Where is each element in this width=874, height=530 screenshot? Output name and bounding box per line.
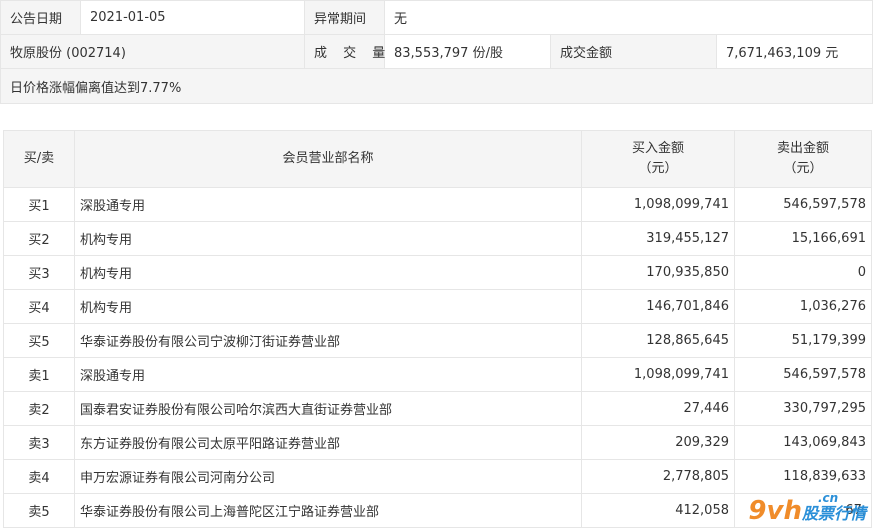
row-side: 买4 xyxy=(3,289,75,324)
row-buy-amount: 2,778,805 xyxy=(581,459,735,494)
info-row-trade: 牧原股份 (002714) 成 交 量 83,553,797 份/股 成交金额 … xyxy=(0,34,873,69)
row-side: 买2 xyxy=(3,221,75,256)
row-side: 卖4 xyxy=(3,459,75,494)
row-buy-amount: 1,098,099,741 xyxy=(581,187,735,222)
table-row: 卖3 东方证券股份有限公司太原平阳路证券营业部 209,329 143,069,… xyxy=(3,425,872,460)
row-sell-amount: 0 xyxy=(734,255,872,290)
row-buy-amount: 27,446 xyxy=(581,391,735,426)
row-branch-name: 申万宏源证券有限公司河南分公司 xyxy=(74,459,582,494)
row-branch-name: 深股通专用 xyxy=(74,187,582,222)
header-branch-name: 会员营业部名称 xyxy=(74,130,582,188)
row-buy-amount: 170,935,850 xyxy=(581,255,735,290)
volume-label: 成 交 量 xyxy=(304,34,385,69)
table-row: 买3 机构专用 170,935,850 0 xyxy=(3,255,872,290)
volume-value: 83,553,797 份/股 xyxy=(384,34,551,69)
header-sell-amount-label: 卖出金额 xyxy=(776,141,829,156)
amount-value: 7,671,463,109 元 xyxy=(716,34,873,69)
table-row: 买4 机构专用 146,701,846 1,036,276 xyxy=(3,289,872,324)
table-row: 卖2 国泰君安证券股份有限公司哈尔滨西大直街证券营业部 27,446 330,7… xyxy=(3,391,872,426)
announcement-info-table: 公告日期 2021-01-05 异常期间 无 牧原股份 (002714) 成 交… xyxy=(0,0,873,104)
row-buy-amount: 146,701,846 xyxy=(581,289,735,324)
table-row: 卖4 申万宏源证券有限公司河南分公司 2,778,805 118,839,633 xyxy=(3,459,872,494)
row-side: 买5 xyxy=(3,323,75,358)
row-sell-amount: 546,597,578 xyxy=(734,357,872,392)
row-buy-amount: 412,058 xyxy=(581,493,735,528)
row-sell-amount: 143,069,843 xyxy=(734,425,872,460)
row-side: 买3 xyxy=(3,255,75,290)
header-sell-amount: 卖出金额 （元） xyxy=(734,130,872,188)
row-sell-amount: 1,036,276 xyxy=(734,289,872,324)
row-side: 卖5 xyxy=(3,493,75,528)
header-buy-amount: 买入金额 （元） xyxy=(581,130,735,188)
announce-date-label: 公告日期 xyxy=(0,0,81,35)
row-sell-amount: 546,597,578 xyxy=(734,187,872,222)
row-buy-amount: 128,865,645 xyxy=(581,323,735,358)
table-row: 卖5 华泰证券股份有限公司上海普陀区江宁路证券营业部 412,058 67, xyxy=(3,493,872,528)
header-buy-amount-unit: （元） xyxy=(638,161,678,176)
row-buy-amount: 319,455,127 xyxy=(581,221,735,256)
row-buy-amount: 1,098,099,741 xyxy=(581,357,735,392)
listing-reason: 日价格涨幅偏离值达到7.77% xyxy=(0,68,873,104)
info-row-reason: 日价格涨幅偏离值达到7.77% xyxy=(0,68,873,104)
abnormal-period-label: 异常期间 xyxy=(304,0,385,35)
row-side: 卖2 xyxy=(3,391,75,426)
row-branch-name: 东方证券股份有限公司太原平阳路证券营业部 xyxy=(74,425,582,460)
table-header-row: 买/卖 会员营业部名称 买入金额 （元） 卖出金额 （元） xyxy=(3,130,872,188)
row-branch-name: 华泰证券股份有限公司宁波柳汀街证券营业部 xyxy=(74,323,582,358)
header-buy-amount-label: 买入金额 xyxy=(631,141,684,156)
announce-date-value: 2021-01-05 xyxy=(80,0,305,35)
row-branch-name: 华泰证券股份有限公司上海普陀区江宁路证券营业部 xyxy=(74,493,582,528)
row-side: 买1 xyxy=(3,187,75,222)
info-row-date: 公告日期 2021-01-05 异常期间 无 xyxy=(0,0,873,35)
dragon-tiger-detail-table: 买/卖 会员营业部名称 买入金额 （元） 卖出金额 （元） 买1 深股通专用 1… xyxy=(3,130,872,528)
row-sell-amount: 51,179,399 xyxy=(734,323,872,358)
header-side: 买/卖 xyxy=(3,130,75,188)
row-sell-amount: 15,166,691 xyxy=(734,221,872,256)
abnormal-period-value: 无 xyxy=(384,0,873,35)
row-side: 卖1 xyxy=(3,357,75,392)
row-side: 卖3 xyxy=(3,425,75,460)
stock-name-code: 牧原股份 (002714) xyxy=(0,34,305,69)
amount-label: 成交金额 xyxy=(550,34,717,69)
header-sell-amount-unit: （元） xyxy=(783,161,823,176)
row-buy-amount: 209,329 xyxy=(581,425,735,460)
row-sell-amount: 330,797,295 xyxy=(734,391,872,426)
table-row: 买2 机构专用 319,455,127 15,166,691 xyxy=(3,221,872,256)
row-branch-name: 机构专用 xyxy=(74,221,582,256)
row-sell-amount: 118,839,633 xyxy=(734,459,872,494)
table-row: 买5 华泰证券股份有限公司宁波柳汀街证券营业部 128,865,645 51,1… xyxy=(3,323,872,358)
table-row: 买1 深股通专用 1,098,099,741 546,597,578 xyxy=(3,187,872,222)
row-branch-name: 机构专用 xyxy=(74,289,582,324)
row-sell-amount: 67, xyxy=(734,493,872,528)
row-branch-name: 机构专用 xyxy=(74,255,582,290)
table-row: 卖1 深股通专用 1,098,099,741 546,597,578 xyxy=(3,357,872,392)
row-branch-name: 深股通专用 xyxy=(74,357,582,392)
row-branch-name: 国泰君安证券股份有限公司哈尔滨西大直街证券营业部 xyxy=(74,391,582,426)
